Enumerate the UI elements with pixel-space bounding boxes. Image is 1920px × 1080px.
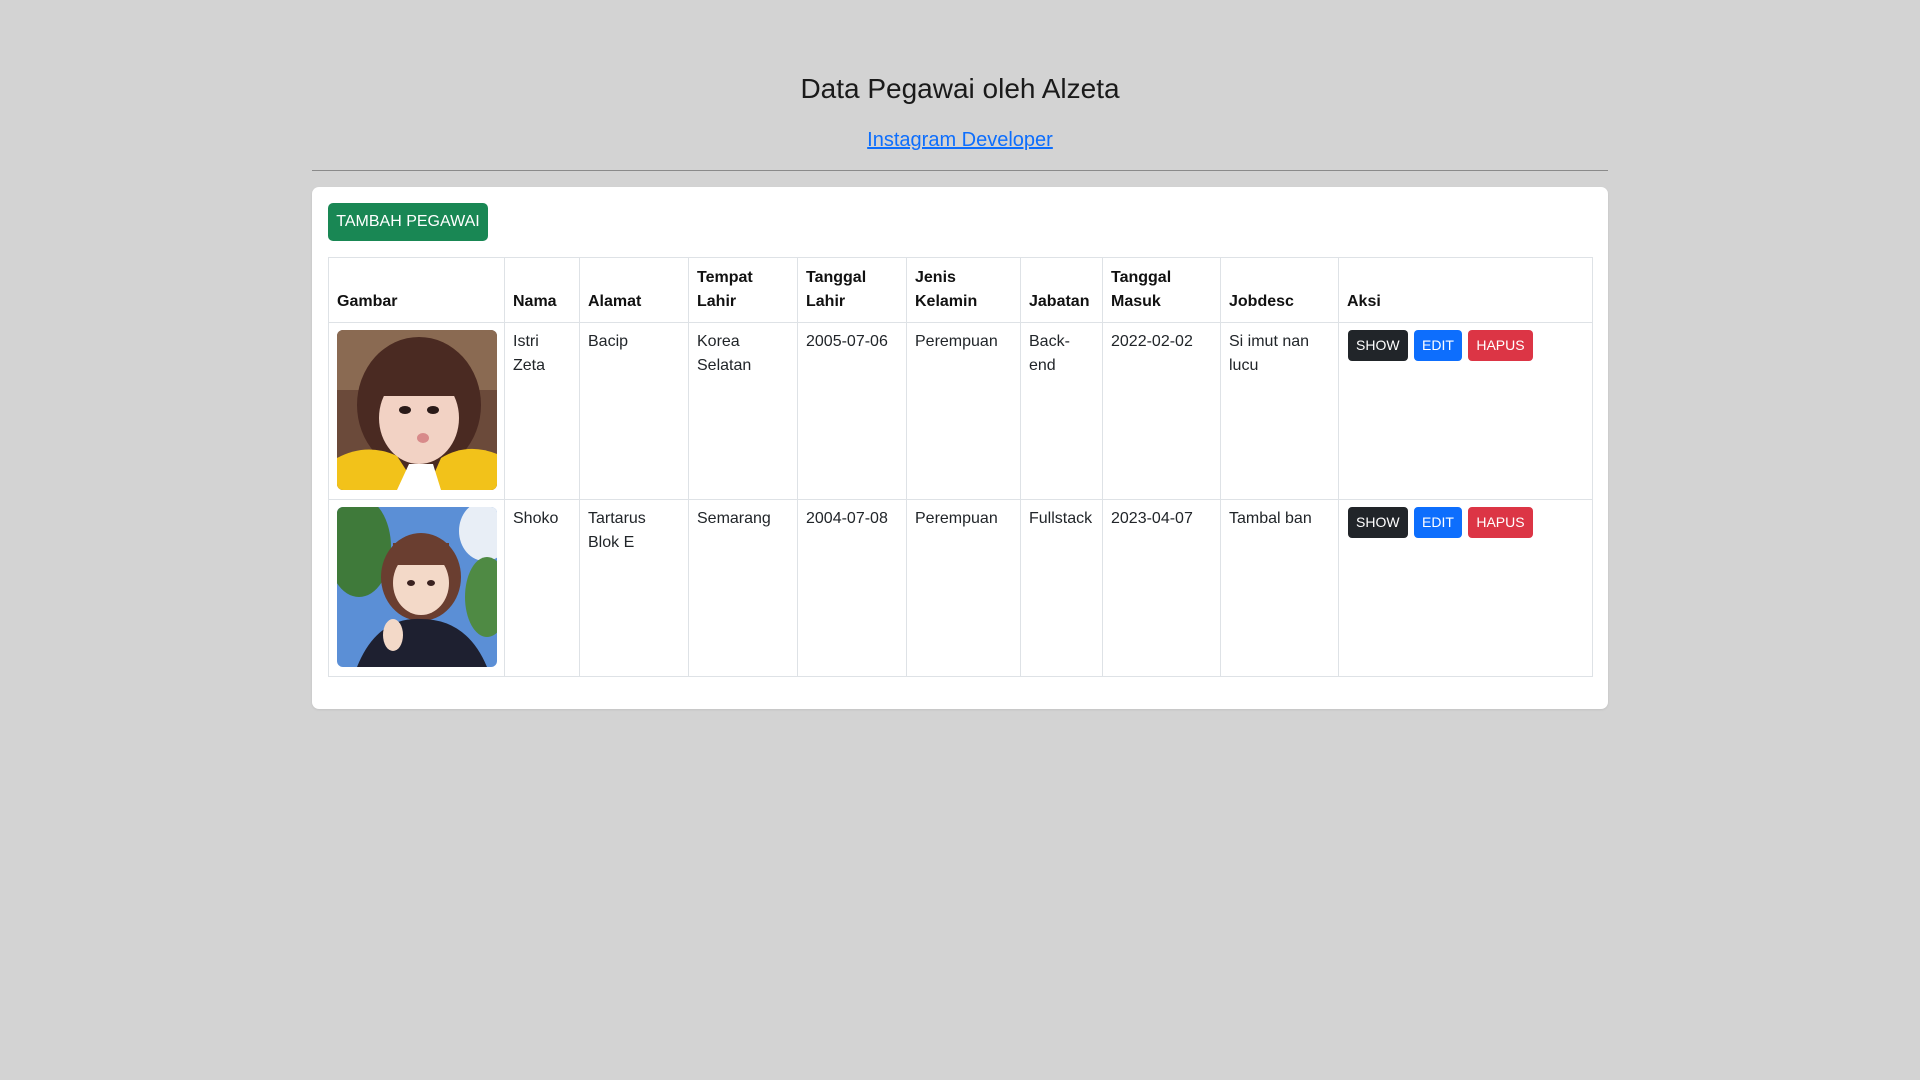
photo-cell xyxy=(328,499,505,677)
join-date-cell: 2023-04-07 xyxy=(1102,499,1221,677)
add-employee-button[interactable]: TAMBAH PEGAWAI xyxy=(328,203,488,241)
column-header-gambar: Gambar xyxy=(328,257,505,323)
header-divider xyxy=(312,170,1608,171)
name-cell: Istri Zeta xyxy=(504,322,580,500)
jobdesc-cell: Si imut nan lucu xyxy=(1220,322,1339,500)
instagram-developer-link[interactable]: Instagram Developer xyxy=(867,126,1053,154)
position-cell: Fullstack xyxy=(1020,499,1103,677)
actions-cell: SHOW EDIT HAPUS xyxy=(1338,499,1593,677)
join-date-cell: 2022-02-02 xyxy=(1102,322,1221,500)
column-header-tanggal-masuk: Tanggal Masuk xyxy=(1102,257,1221,323)
table-row: Shoko Tartarus Blok E Semarang 2004-07-0… xyxy=(328,499,1593,677)
delete-button[interactable]: HAPUS xyxy=(1468,507,1533,538)
column-header-aksi: Aksi xyxy=(1338,257,1593,323)
actions-cell: SHOW EDIT HAPUS xyxy=(1338,322,1593,500)
edit-button[interactable]: EDIT xyxy=(1414,330,1462,361)
page-header: Data Pegawai oleh Alzeta Instagram Devel… xyxy=(0,0,1920,154)
show-button[interactable]: SHOW xyxy=(1348,507,1408,538)
photo-cell xyxy=(328,322,505,500)
show-button[interactable]: SHOW xyxy=(1348,330,1408,361)
birthplace-cell: Semarang xyxy=(688,499,798,677)
employee-card: TAMBAH PEGAWAI Gambar Nama Alamat Tempat… xyxy=(312,187,1608,709)
address-cell: Tartarus Blok E xyxy=(579,499,689,677)
birthplace-cell: Korea Selatan xyxy=(688,322,798,500)
gender-cell: Perempuan xyxy=(906,322,1021,500)
table-header-row: Gambar Nama Alamat Tempat Lahir Tanggal … xyxy=(328,257,1593,323)
address-cell: Bacip xyxy=(579,322,689,500)
gender-cell: Perempuan xyxy=(906,499,1021,677)
position-cell: Back-end xyxy=(1020,322,1103,500)
page-title: Data Pegawai oleh Alzeta xyxy=(800,73,1120,104)
table-row: Istri Zeta Bacip Korea Selatan 2005-07-0… xyxy=(328,322,1593,500)
column-header-nama: Nama xyxy=(504,257,580,323)
column-header-jabatan: Jabatan xyxy=(1020,257,1103,323)
column-header-alamat: Alamat xyxy=(579,257,689,323)
employee-photo xyxy=(337,330,497,490)
birthdate-cell: 2004-07-08 xyxy=(797,499,907,677)
employee-photo xyxy=(337,507,497,667)
edit-button[interactable]: EDIT xyxy=(1414,507,1462,538)
column-header-tanggal-lahir: Tanggal Lahir xyxy=(797,257,907,323)
column-header-tempat-lahir: Tempat Lahir xyxy=(688,257,798,323)
employee-table: Gambar Nama Alamat Tempat Lahir Tanggal … xyxy=(328,257,1593,677)
jobdesc-cell: Tambal ban xyxy=(1220,499,1339,677)
name-cell: Shoko xyxy=(504,499,580,677)
birthdate-cell: 2005-07-06 xyxy=(797,322,907,500)
column-header-jenis-kelamin: Jenis Kelamin xyxy=(906,257,1021,323)
delete-button[interactable]: HAPUS xyxy=(1468,330,1533,361)
column-header-jobdesc: Jobdesc xyxy=(1220,257,1339,323)
